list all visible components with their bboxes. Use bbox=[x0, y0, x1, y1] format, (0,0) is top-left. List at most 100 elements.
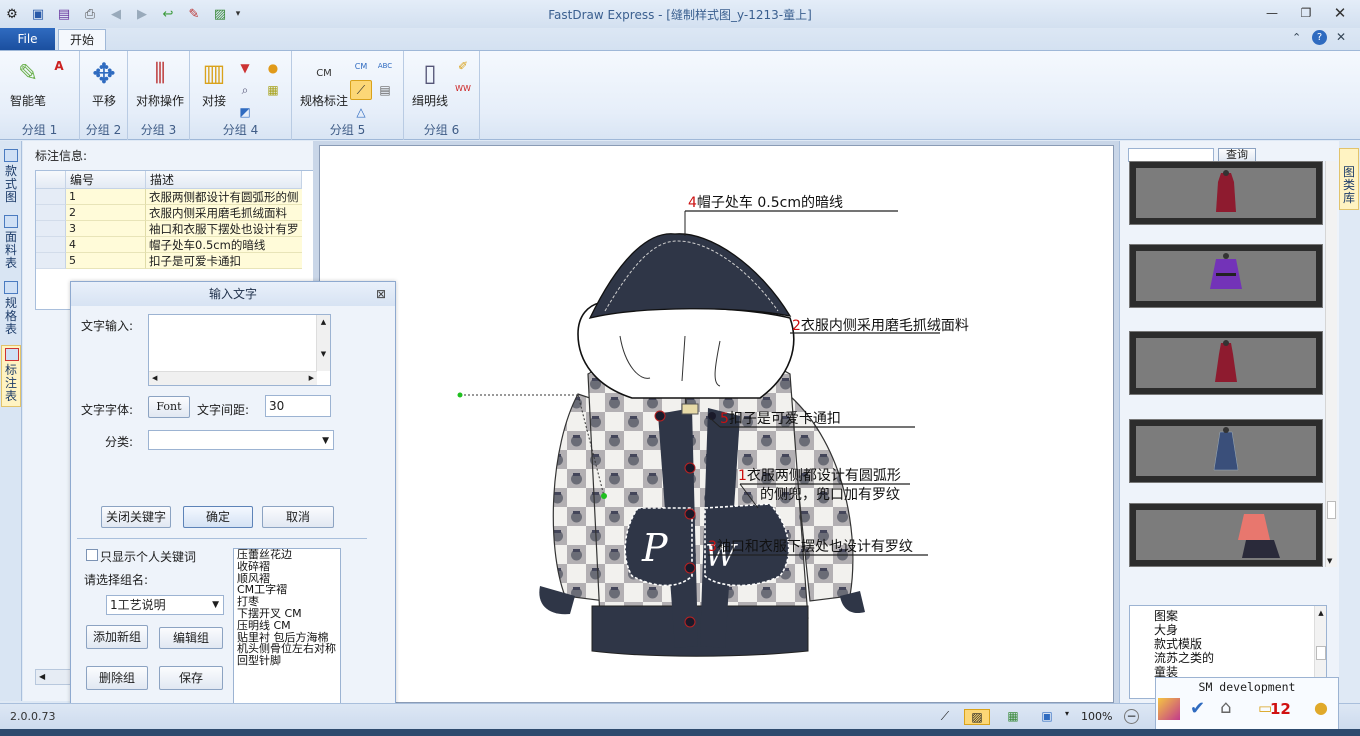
dialog-title[interactable]: 输入文字 bbox=[71, 282, 395, 306]
library-search-button[interactable]: 查询 bbox=[1218, 148, 1256, 162]
vtab-fabric-table[interactable]: 面料表 bbox=[1, 213, 21, 270]
spec-mark-button[interactable]: CM 规格标注 bbox=[296, 57, 352, 109]
align-button[interactable]: ▥ 对接 bbox=[196, 57, 232, 109]
group-select[interactable]: 1工艺说明 ▼ bbox=[106, 595, 224, 615]
list-item[interactable]: 回型针脚 bbox=[234, 655, 340, 667]
font-button[interactable]: Font bbox=[148, 396, 190, 418]
annotation-1[interactable]: 1衣服两侧都设计有圆弧形 bbox=[738, 465, 901, 485]
cm-dimension-icon: CM bbox=[308, 57, 340, 89]
app-tile-icon[interactable] bbox=[1158, 698, 1180, 720]
spacing-input[interactable]: 30 bbox=[265, 395, 331, 417]
hatch-mode-icon[interactable]: ▨ bbox=[964, 709, 990, 725]
grid-mode-icon[interactable]: ▦ bbox=[1004, 709, 1022, 725]
cell-id: 4 bbox=[66, 237, 146, 253]
tool-b-icon[interactable]: ● bbox=[264, 59, 282, 77]
ww-icon-text: WW bbox=[455, 83, 471, 93]
text-style-icon[interactable]: A bbox=[50, 57, 68, 75]
library-thumbnail[interactable] bbox=[1129, 161, 1323, 225]
close-keyword-button[interactable]: 关闭关键字 bbox=[101, 506, 171, 528]
tool-a-icon[interactable]: ▼ bbox=[236, 59, 254, 77]
library-thumbnail[interactable] bbox=[1129, 419, 1323, 483]
annotation-1-line2[interactable]: 的侧兜，兜口加有罗纹 bbox=[760, 484, 900, 504]
tool-e-icon[interactable]: ◩ bbox=[236, 103, 254, 121]
check-icon[interactable]: ✔ bbox=[1190, 698, 1205, 719]
text-horizontal-scrollbar[interactable]: ◀ ▶ bbox=[149, 371, 317, 385]
cm-icon-text: CM bbox=[316, 67, 332, 79]
text-vertical-scrollbar[interactable]: ▲ ▼ bbox=[316, 315, 330, 371]
ribbon-close-icon[interactable]: ✕ bbox=[1336, 30, 1346, 44]
ribbon-collapse-icon[interactable]: ⌃ bbox=[1292, 31, 1301, 44]
edit-group-button[interactable]: 编辑组 bbox=[159, 627, 223, 649]
library-thumbnail[interactable] bbox=[1129, 331, 1323, 395]
ww-icon[interactable]: WW bbox=[454, 79, 472, 97]
fit-page-icon[interactable]: ▣ bbox=[1038, 709, 1056, 725]
abc-icon[interactable]: ABC bbox=[376, 57, 394, 75]
library-vertical-scrollbar[interactable]: ▼ bbox=[1325, 161, 1337, 567]
symmetric-button[interactable]: ⫼ 对称操作 bbox=[132, 57, 188, 109]
triangle-icon[interactable]: △ bbox=[352, 103, 370, 121]
tool-d-icon[interactable]: ▦ bbox=[264, 81, 282, 99]
jacket-purple-icon bbox=[1210, 253, 1242, 289]
clipboard-icon[interactable]: ▤ bbox=[376, 81, 394, 99]
table-row[interactable]: 1 衣服两侧都设计有圆弧形的侧 bbox=[36, 189, 328, 205]
dialog-close-icon[interactable]: ⊠ bbox=[373, 286, 389, 302]
drawing-canvas[interactable]: P W 4帽子处车 0.5cm的暗线 2衣服内侧采用磨毛抓绒面料 5扣子是可爱卡… bbox=[319, 145, 1114, 703]
library-thumbnail[interactable] bbox=[1129, 503, 1323, 567]
save-button[interactable]: 保存 bbox=[159, 666, 223, 690]
home-icon[interactable]: ⌂ bbox=[1220, 697, 1231, 718]
keyword-list[interactable]: 压蕾丝花边 收碎褶 顺风褶 CM工字褶 打枣 下摆开叉 CM 压明线 CM 贴里… bbox=[233, 548, 341, 720]
list-item[interactable]: 压明线 CM bbox=[234, 619, 340, 632]
list-item[interactable]: 收碎褶 bbox=[234, 560, 340, 573]
tool-c-icon[interactable]: ⌕ bbox=[236, 81, 254, 99]
only-personal-checkbox[interactable] bbox=[86, 549, 98, 561]
add-group-button[interactable]: 添加新组 bbox=[86, 625, 148, 649]
symmetric-icon: ⫼ bbox=[154, 59, 166, 87]
image-library-panel: 查询 ▼ 图案 大身 款式模版 流苏之类的 童装 ▲ bbox=[1119, 141, 1339, 703]
column-header-desc[interactable]: 描述 bbox=[146, 171, 302, 189]
table-row[interactable]: 4 帽子处车0.5cm的暗线 bbox=[36, 237, 328, 253]
brush-icon[interactable]: ✐ bbox=[454, 57, 472, 75]
user-icon[interactable]: ● bbox=[1314, 698, 1328, 717]
vtab-style-drawing[interactable]: 款式图 bbox=[1, 147, 21, 204]
smart-pen-label: 智能笔 bbox=[9, 94, 46, 108]
spacing-label: 文字间距: bbox=[197, 403, 250, 417]
category-label: 分类: bbox=[105, 435, 134, 449]
table-row[interactable]: 5 扣子是可爱卡通扣 bbox=[36, 253, 328, 269]
column-header-id[interactable]: 编号 bbox=[66, 171, 146, 189]
category-select[interactable]: ▼ bbox=[148, 430, 334, 450]
table-row[interactable]: 3 袖口和衣服下摆处也设计有罗 bbox=[36, 221, 328, 237]
stitch-line-button[interactable]: ▯ 缉明线 bbox=[408, 57, 452, 109]
annotation-text: 衣服内侧采用磨毛抓绒面料 bbox=[800, 318, 969, 334]
library-search-input[interactable] bbox=[1128, 148, 1214, 162]
smart-pen-button[interactable]: ✎ 智能笔 bbox=[6, 57, 50, 109]
ribbon: ✎ 智能笔 A 分组 1 ✥ 平移 分组 2 ⫼ 对称操作 分组 3 ▥ 对接 … bbox=[0, 50, 1360, 140]
help-icon[interactable]: ? bbox=[1312, 30, 1327, 45]
dress-maroon-icon bbox=[1215, 340, 1237, 382]
vtab-image-library[interactable]: 图类库 bbox=[1339, 148, 1359, 210]
zoom-out-icon[interactable]: − bbox=[1124, 709, 1139, 724]
tab-home[interactable]: 开始 bbox=[58, 29, 106, 50]
vtab-spec-table[interactable]: 规格表 bbox=[1, 279, 21, 336]
table-row[interactable]: 2 衣服内侧采用磨毛抓绒面料 bbox=[36, 205, 328, 221]
annotation-5[interactable]: 5扣子是可爱卡通扣 bbox=[720, 408, 841, 428]
annotation-2[interactable]: 2衣服内侧采用磨毛抓绒面料 bbox=[792, 315, 969, 335]
annotation-4[interactable]: 4帽子处车 0.5cm的暗线 bbox=[688, 192, 843, 212]
vtab-annotation-table[interactable]: 标注表 bbox=[1, 345, 21, 407]
zoom-menu-icon[interactable]: ▾ bbox=[1058, 709, 1076, 725]
restore-icon[interactable]: ❐ bbox=[1292, 2, 1320, 24]
library-thumbnail[interactable] bbox=[1129, 244, 1323, 308]
annotation-3[interactable]: 3袖口和衣服下摆处也设计有罗纹 bbox=[708, 536, 913, 556]
cm-arrow-icon[interactable]: CM bbox=[352, 57, 370, 75]
minimize-icon[interactable]: — bbox=[1258, 2, 1286, 24]
pocket-letter-p: P bbox=[641, 526, 669, 570]
list-item[interactable]: 下摆开叉 CM bbox=[234, 608, 340, 620]
delete-group-button[interactable]: 删除组 bbox=[86, 666, 148, 690]
cancel-button[interactable]: 取消 bbox=[262, 506, 334, 528]
text-input-area[interactable]: ▲ ▼ ◀ ▶ bbox=[148, 314, 331, 386]
close-icon[interactable]: ✕ bbox=[1326, 2, 1354, 24]
pan-button[interactable]: ✥ 平移 bbox=[82, 57, 126, 109]
tab-file[interactable]: File bbox=[0, 28, 55, 50]
ok-button[interactable]: 确定 bbox=[183, 506, 253, 528]
line-mode-icon[interactable]: ⟋ bbox=[936, 709, 954, 725]
line-tool-icon[interactable]: ⟋ bbox=[350, 80, 372, 100]
